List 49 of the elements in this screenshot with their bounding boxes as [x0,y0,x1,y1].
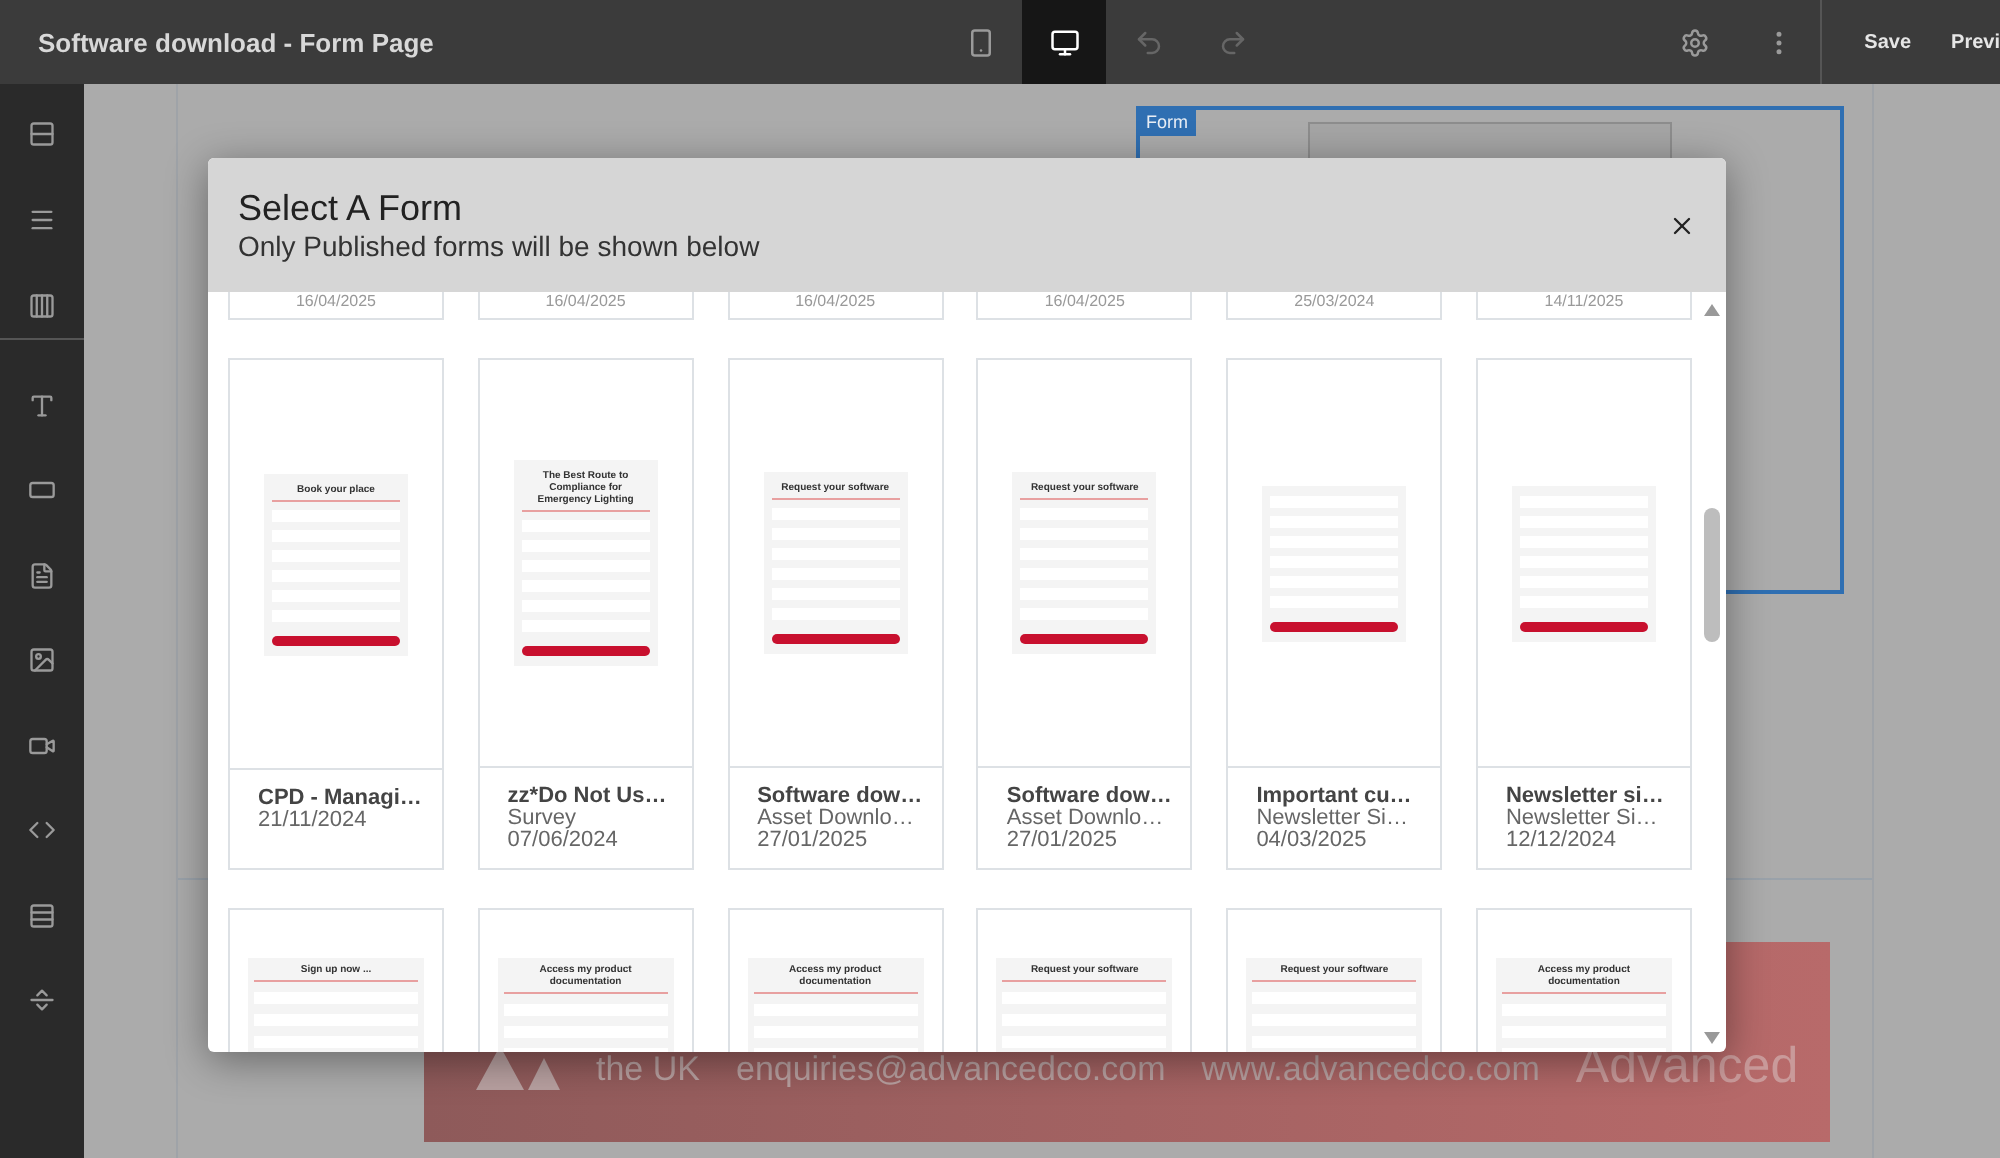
button-shape-icon[interactable] [28,476,56,504]
footer-text: the UK [596,1050,700,1090]
card-subtitle: Newsletter Si… [1256,808,1410,830]
columns-icon[interactable] [28,291,56,319]
card-subtitle: 21/11/2024 [258,810,367,832]
scroll-up-icon[interactable] [1704,304,1720,316]
card-date: 27/01/2025 [1006,830,1119,852]
card-date: 04/03/2025 [1256,830,1369,852]
card-title: Important cu… [1256,784,1413,808]
footer-text: enquiries@advancedco.com [735,1050,1166,1090]
scrollbar-thumb[interactable] [1704,508,1720,642]
card-title: Newsletter si… [1505,784,1662,808]
card-date: 07/06/2024 [507,830,620,852]
scroll-down-icon[interactable] [1704,1032,1720,1044]
settings-icon[interactable] [1679,27,1710,57]
card-date: 27/01/2025 [757,830,870,852]
card-date: 25/03/2024 [1294,292,1375,314]
form-card[interactable]: Important cu… Newsletter Si… 04/03/2025 [1226,358,1443,870]
form-card[interactable]: Newsletter si… Newsletter Si… 12/12/2024 [1475,358,1692,870]
dialog-title: Select A Form [238,188,465,230]
card-date: 16/04/2025 [295,292,377,314]
letter-icon[interactable] [28,391,56,419]
monitor-icon[interactable] [1049,27,1079,57]
preview-button[interactable]: Previ [1939,0,2000,84]
desktop-view-button[interactable] [1022,0,1106,84]
page-title: Software download - Form Page [36,27,436,57]
card-date: 16/04/2025 [795,292,876,314]
flag-icon [472,1046,560,1090]
dialog-subtitle: Only Published forms will be shown below [238,230,762,262]
save-button[interactable]: Save [1822,0,1940,84]
image-icon[interactable] [28,646,56,674]
form-label: Form [1138,108,1196,136]
card-date: 14/11/2025 [1544,292,1624,314]
card-title: zz*Do Not Us… [507,784,664,808]
stacked-bars-icon[interactable] [28,901,56,929]
card-date: 16/04/2025 [545,292,626,314]
card-date: 12/12/2024 [1505,830,1619,852]
code-icon[interactable] [28,816,56,844]
card-subtitle: Newsletter Si… [1505,808,1660,830]
footer-text: www.advancedco.com [1201,1050,1540,1090]
card-subtitle: Survey [507,808,579,830]
card-subtitle: Asset Downlo… [757,808,914,830]
sections-icon[interactable] [28,119,56,147]
smartphone-icon[interactable] [965,27,995,57]
document-icon[interactable] [28,561,56,589]
rows-icon[interactable] [28,205,56,233]
spacer-icon[interactable] [28,986,56,1014]
card-subtitle: Asset Downlo… [1006,808,1163,830]
card-date: 16/04/2025 [1044,292,1125,314]
